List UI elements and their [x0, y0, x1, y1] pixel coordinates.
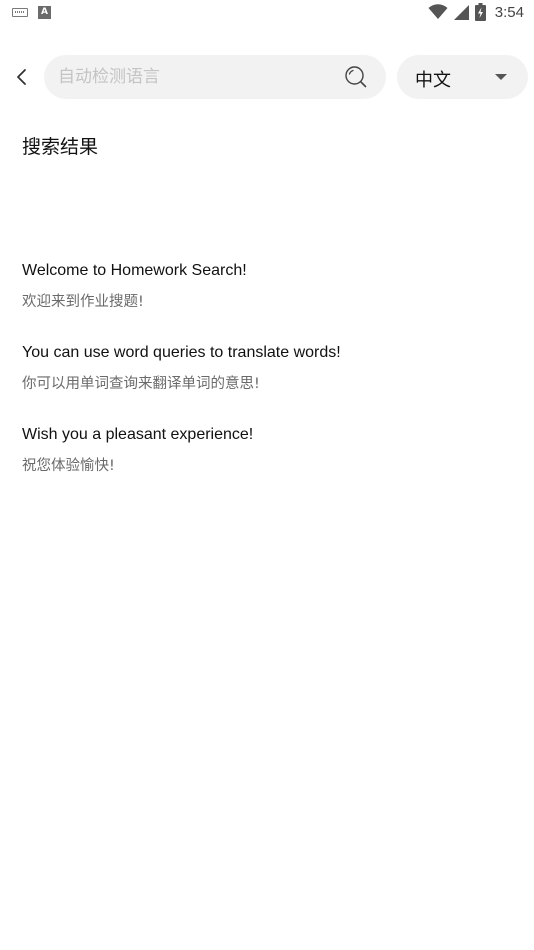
- keyboard-icon: [12, 8, 28, 17]
- result-item: Welcome to Homework Search! 欢迎来到作业搜题!: [22, 260, 512, 342]
- result-chinese-text: 你可以用单词查询来翻译单词的意思!: [22, 376, 260, 392]
- chevron-left-icon: [17, 69, 26, 85]
- result-chinese-text: 祝您体验愉快!: [22, 458, 115, 474]
- results-list: Welcome to Homework Search! 欢迎来到作业搜题! Yo…: [22, 260, 512, 506]
- status-bar-right: 3:54: [428, 3, 524, 21]
- result-chinese-text: 欢迎来到作业搜题!: [22, 294, 144, 310]
- status-bar: A 3:54: [0, 0, 534, 28]
- signal-icon: [453, 4, 469, 20]
- language-select[interactable]: 中文: [397, 55, 528, 99]
- wifi-icon: [428, 4, 448, 19]
- result-item: You can use word queries to translate wo…: [22, 342, 512, 424]
- result-item: Wish you a pleasant experience! 祝您体验愉快!: [22, 424, 512, 506]
- status-bar-left: A: [12, 6, 51, 19]
- top-bar: 中文: [0, 55, 534, 99]
- search-icon[interactable]: [344, 65, 368, 89]
- search-box[interactable]: [44, 55, 386, 99]
- caret-down-icon: [495, 74, 507, 80]
- back-button[interactable]: [8, 62, 36, 92]
- language-label: 中文: [415, 70, 451, 91]
- a-icon: A: [38, 6, 51, 19]
- section-title: 搜索结果: [22, 136, 99, 158]
- search-input[interactable]: [58, 55, 328, 99]
- result-english-text: You can use word queries to translate wo…: [22, 344, 341, 361]
- status-time: 3:54: [494, 3, 524, 21]
- result-english-text: Welcome to Homework Search!: [22, 262, 247, 279]
- result-english-text: Wish you a pleasant experience!: [22, 426, 254, 443]
- battery-icon: [474, 3, 486, 21]
